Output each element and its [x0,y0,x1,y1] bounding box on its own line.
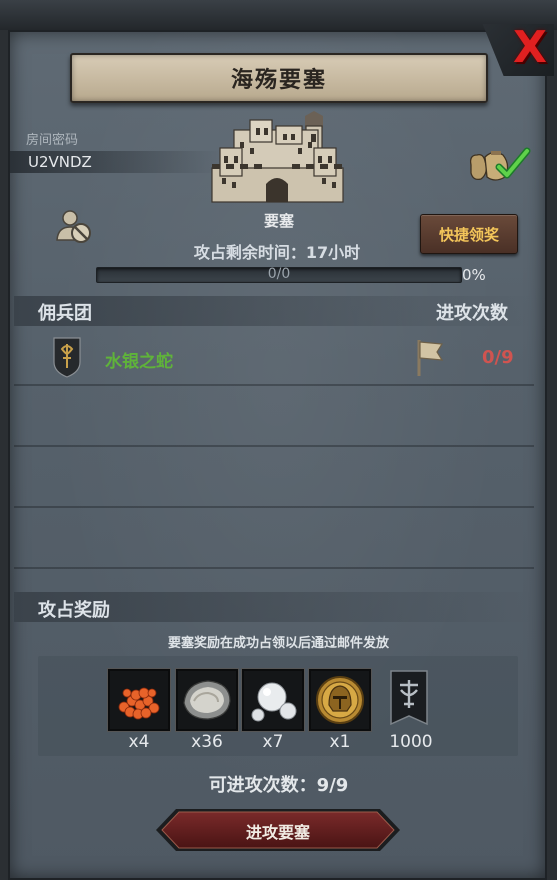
rewards-note: 要塞奖励在成功占领以后通过邮件发放 [167,636,389,651]
quick-claim-label: 快捷领奖 [438,225,499,244]
reward-qty-pearls: x7 [262,732,284,752]
attack-fortress-label[interactable]: 进攻要塞 [156,819,400,843]
pearls-icon [251,682,297,722]
reward-item-pearls[interactable] [242,669,304,731]
reward-qty-caviar: x4 [128,732,150,752]
capture-progress-text: 0/0 [267,266,291,282]
reward-qty-oyster: x36 [191,732,223,752]
mercenary-attack-count: 0/9 [482,347,514,368]
reward-item-banner[interactable] [388,668,430,732]
title-bar: 海殇要塞 [70,53,488,103]
close-icon[interactable]: X [508,26,552,70]
mercenary-name[interactable]: 水银之蛇 [105,347,173,372]
capture-progress-bar: 0/0 [96,266,462,283]
reward-qty-helmet-medal: x1 [329,732,351,752]
guild-shield-icon [53,337,81,378]
mercenary-section-title: 佣兵团 [38,303,92,324]
reward-item-caviar[interactable] [108,669,170,731]
fortress-name: 要塞 [263,212,294,230]
top-strip [0,0,557,30]
oyster-icon [183,680,231,720]
reward-qty-banner: 1000 [389,732,433,752]
reward-item-helmet-medal[interactable] [309,669,371,731]
dialog-title: 海殇要塞 [230,68,327,93]
banner-icon [390,670,428,726]
reward-item-oyster[interactable] [176,669,238,731]
caviar-icon [118,687,160,720]
rewards-claimed-icon[interactable] [465,145,535,185]
room-code[interactable]: U2VNDZ [28,153,92,171]
attacks-remaining: 可进攻次数：9/9 [208,775,349,796]
capture-progress-percent: 0% [462,266,486,284]
capture-time-remaining: 攻占剩余时间：17小时 [193,243,361,262]
no-entry-user-icon[interactable] [54,206,96,246]
room-code-label: 房间密码 [26,133,79,148]
attack-flag-icon [417,340,444,376]
mercenary-list [14,325,534,585]
attacks-column-header: 进攻次数 [436,303,508,324]
fortress-icon [211,111,344,203]
gold-helmet-medal-icon [316,676,364,724]
rewards-section-title: 攻占奖励 [38,600,110,621]
